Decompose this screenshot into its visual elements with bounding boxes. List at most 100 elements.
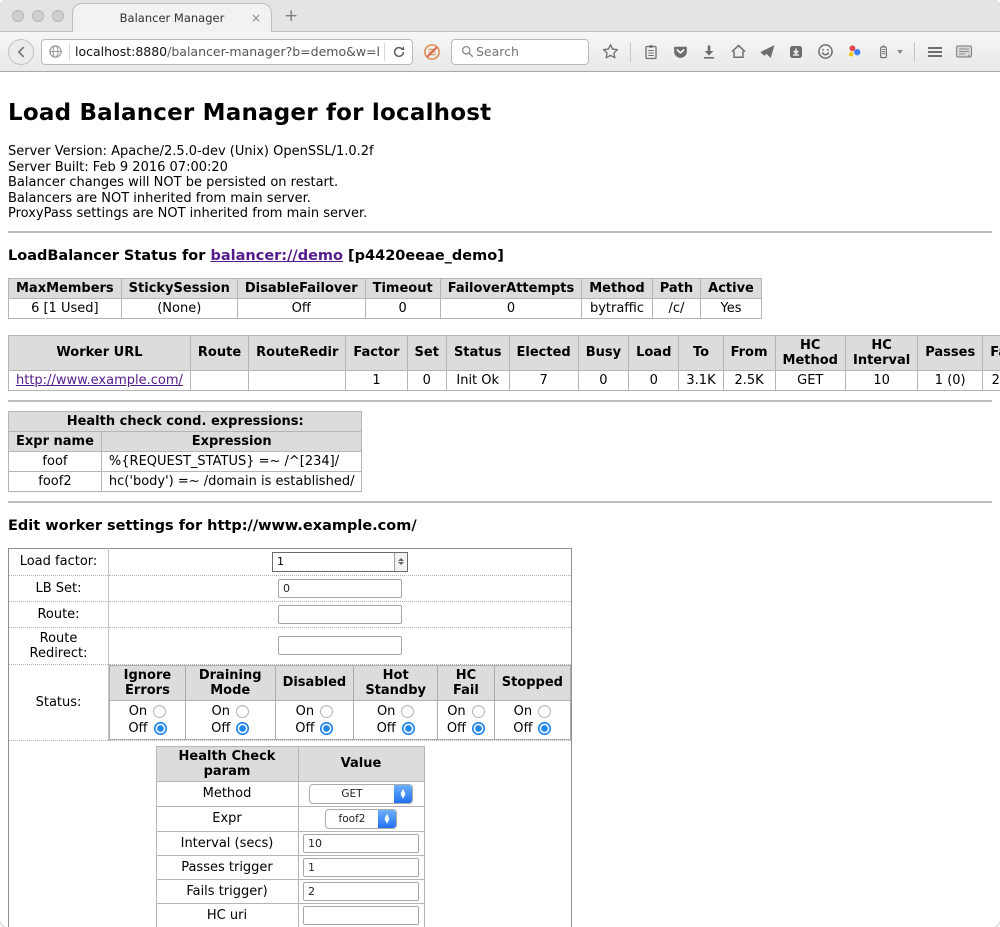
balancer-column-header: FailoverAttempts — [440, 278, 582, 298]
balancer-cell: Yes — [701, 298, 762, 318]
worker-cell: 10 — [845, 370, 917, 390]
hc-interval-row: Interval (secs) — [156, 831, 424, 855]
tab-bar: Balancer Manager × + — [0, 0, 1000, 32]
radio-off-selected[interactable] — [472, 722, 485, 735]
keyboard-grid-icon[interactable] — [955, 43, 973, 61]
expr-row: foof2 hc('body') =~ /domain is establish… — [9, 471, 362, 491]
hc-uri-input[interactable] — [303, 906, 419, 925]
colored-dots-icon[interactable] — [845, 43, 863, 61]
hc-passes-label: Passes trigger — [156, 855, 298, 879]
load-factor-stepper[interactable] — [272, 552, 408, 572]
dropdown-caret-icon[interactable] — [897, 50, 903, 54]
stepper-arrows-icon[interactable] — [394, 553, 407, 571]
worker-cell: 7 — [509, 370, 578, 390]
balancer-column-header: DisableFailover — [237, 278, 365, 298]
worker-column-header: Factor — [346, 335, 407, 370]
zoom-window-button[interactable] — [52, 10, 64, 22]
search-bar[interactable] — [451, 39, 589, 65]
status-column-header: Ignore Errors — [110, 665, 186, 700]
tab-close-icon[interactable]: × — [251, 11, 261, 25]
expr-column-header: Expression — [101, 431, 362, 451]
new-tab-button[interactable]: + — [284, 6, 298, 26]
bookmark-star-icon[interactable] — [601, 43, 619, 61]
radio-on[interactable] — [236, 705, 249, 718]
url-text[interactable]: localhost:8880/balancer-manager?b=demo&w… — [75, 44, 379, 59]
lb-set-input[interactable] — [278, 579, 402, 598]
load-factor-input[interactable] — [273, 553, 394, 571]
hc-value-header: Value — [298, 746, 424, 781]
battery-icon[interactable] — [874, 43, 892, 61]
worker-cell: 0 — [578, 370, 628, 390]
worker-column-header: Fails — [983, 335, 1000, 370]
radio-on-label: On — [447, 703, 465, 720]
worker-column-header: Busy — [578, 335, 628, 370]
status-radio-cell: On Off — [185, 700, 275, 739]
home-icon[interactable] — [729, 43, 747, 61]
balancer-column-header: Path — [652, 278, 700, 298]
page-content: Load Balancer Manager for localhost Serv… — [0, 72, 1000, 927]
radio-off-selected[interactable] — [236, 722, 249, 735]
back-button[interactable] — [8, 39, 34, 65]
health-check-param-table: Health Check param Value Method GET — [156, 746, 425, 927]
method-select[interactable]: GET ▲▼ — [309, 784, 413, 804]
route-redirect-row: Route Redirect: — [9, 627, 572, 664]
pocket-icon[interactable] — [671, 43, 689, 61]
adblock-icon[interactable] — [423, 43, 441, 61]
balancer-status-table: MaxMembersStickySessionDisableFailoverTi… — [8, 278, 762, 319]
route-redirect-input[interactable] — [278, 636, 402, 655]
route-input[interactable] — [278, 605, 402, 624]
send-icon[interactable] — [758, 43, 776, 61]
worker-settings-form: Load factor: LB Set: Route: — [8, 548, 572, 927]
hc-passes-input[interactable] — [303, 858, 419, 877]
radio-on[interactable] — [538, 705, 551, 718]
worker-cell: 0 — [407, 370, 446, 390]
balancer-header-row: MaxMembersStickySessionDisableFailoverTi… — [9, 278, 762, 298]
radio-off-selected[interactable] — [538, 722, 551, 735]
window-controls[interactable] — [12, 10, 64, 22]
worker-url-cell: http://www.example.com/ — [9, 370, 191, 390]
route-label: Route: — [9, 601, 109, 627]
radio-off-selected[interactable] — [320, 722, 333, 735]
status-radio-cell: On Off — [494, 700, 570, 739]
menu-icon[interactable] — [926, 43, 944, 61]
status-radio-cell: On Off — [275, 700, 354, 739]
hc-fails-input[interactable] — [303, 882, 419, 901]
hc-method-row: Method GET ▲▼ — [156, 781, 424, 806]
tab-balancer-manager[interactable]: Balancer Manager × — [72, 3, 272, 32]
radio-off-label: Off — [295, 720, 314, 737]
radio-on[interactable] — [153, 705, 166, 718]
feedback-smiley-icon[interactable] — [816, 43, 834, 61]
load-factor-label: Load factor: — [9, 548, 109, 575]
route-redirect-label: Route Redirect: — [9, 627, 109, 664]
hc-param-header: Health Check param — [156, 746, 298, 781]
url-bar[interactable]: localhost:8880/balancer-manager?b=demo&w… — [41, 39, 413, 65]
worker-cell: GET — [775, 370, 845, 390]
search-input[interactable] — [476, 44, 576, 59]
navigation-toolbar: localhost:8880/balancer-manager?b=demo&w… — [0, 32, 1000, 72]
status-column-header: Hot Standby — [354, 665, 438, 700]
radio-off-label: Off — [211, 720, 230, 737]
reading-list-icon[interactable] — [642, 43, 660, 61]
balancer-demo-link[interactable]: balancer://demo — [210, 248, 343, 264]
health-check-params-row: Health Check param Value Method GET — [9, 740, 572, 927]
close-window-button[interactable] — [12, 10, 24, 22]
radio-on[interactable] — [472, 705, 485, 718]
radio-off-label: Off — [377, 720, 396, 737]
hc-interval-input[interactable] — [303, 834, 419, 853]
server-info: Server Version: Apache/2.5.0-dev (Unix) … — [8, 144, 992, 222]
radio-on-label: On — [377, 703, 395, 720]
globe-icon — [46, 43, 64, 61]
worker-cell: 0 — [629, 370, 679, 390]
radio-on[interactable] — [401, 705, 414, 718]
radio-off-selected[interactable] — [402, 722, 415, 735]
reload-icon[interactable] — [390, 43, 408, 61]
radio-on[interactable] — [320, 705, 333, 718]
save-page-icon[interactable] — [787, 43, 805, 61]
minimize-window-button[interactable] — [32, 10, 44, 22]
worker-url-link[interactable]: http://www.example.com/ — [16, 373, 183, 388]
radio-off-selected[interactable] — [154, 722, 167, 735]
status-radio-cell: On Off — [438, 700, 495, 739]
downloads-icon[interactable] — [700, 43, 718, 61]
worker-cell: 2 (0) — [983, 370, 1000, 390]
expr-select[interactable]: foof2 ▲▼ — [325, 809, 397, 829]
